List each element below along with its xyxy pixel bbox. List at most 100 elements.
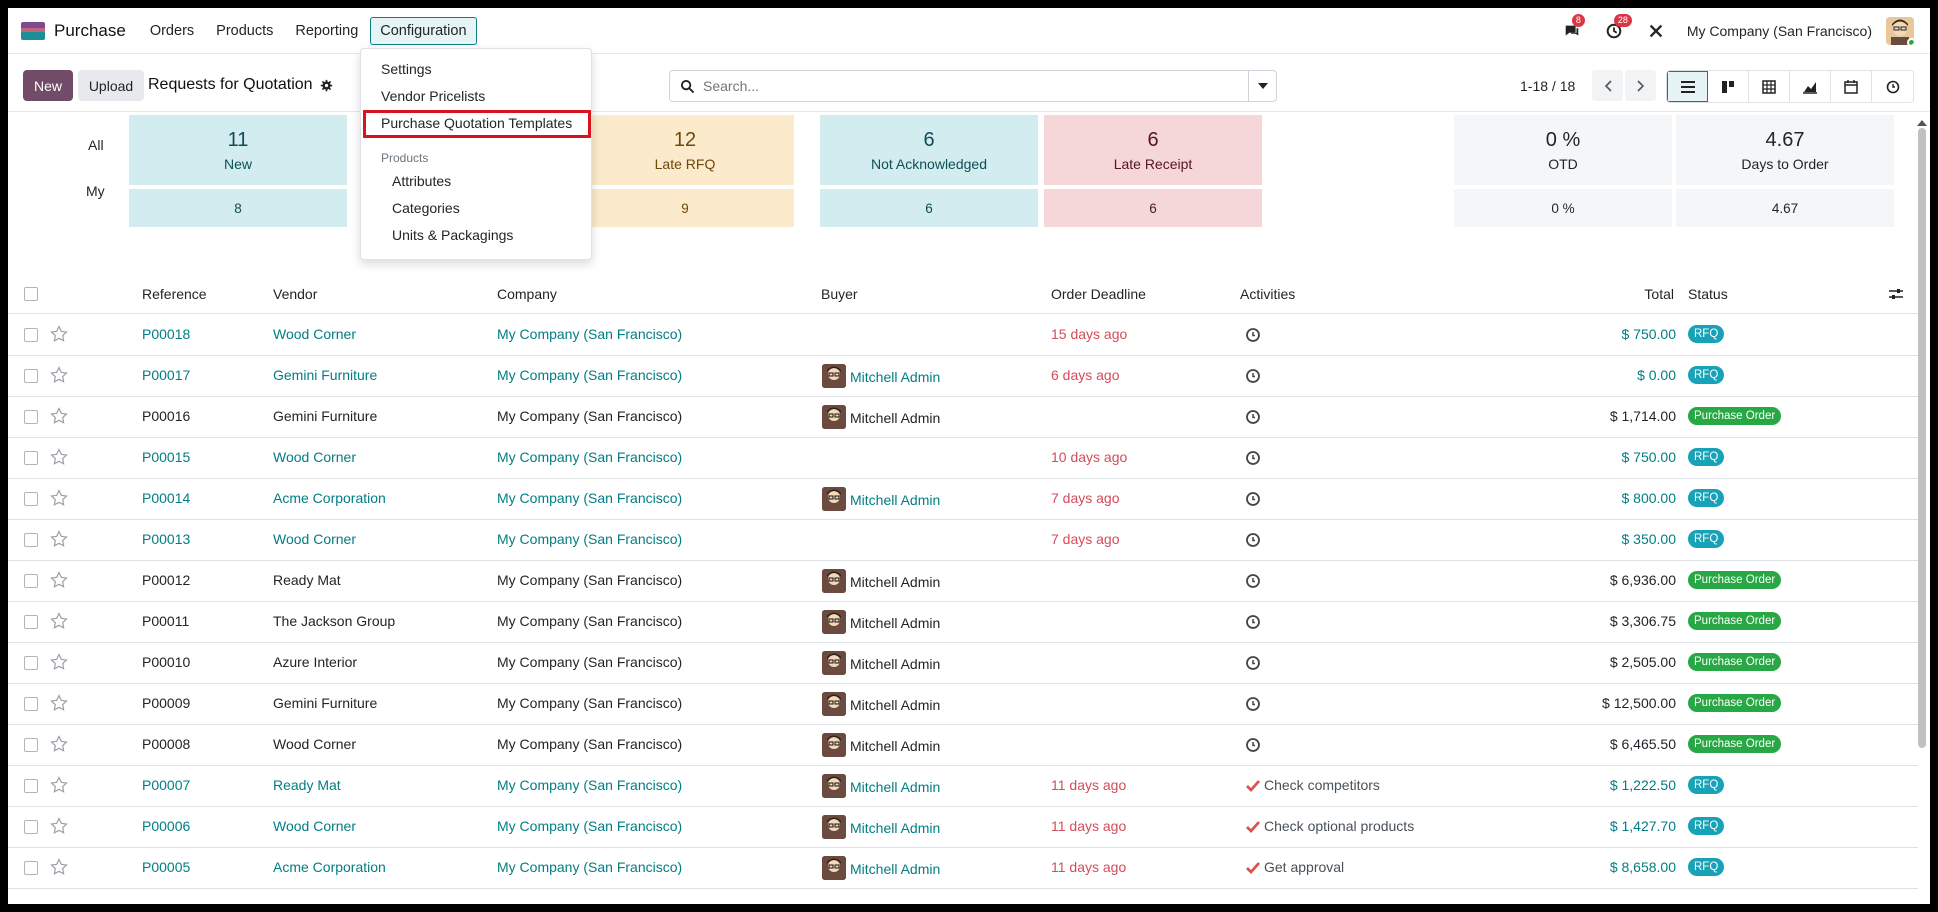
cell-company[interactable]: My Company (San Francisco) [497,859,682,875]
cell-reference[interactable]: P00005 [142,859,190,875]
row-checkbox[interactable] [24,779,38,793]
activities-icon[interactable]: 28 [1603,14,1632,42]
calendar-view-button[interactable] [1831,71,1872,102]
card-not-acknowledged[interactable]: 6 Not Acknowledged [820,115,1038,185]
star-icon[interactable] [50,448,68,466]
pager-value[interactable]: 1-18 / 18 [1520,78,1575,94]
upload-button[interactable]: Upload [78,70,144,101]
star-icon[interactable] [50,694,68,712]
card-my-late-rfq[interactable]: 9 [576,189,794,227]
clock-icon[interactable] [1245,737,1261,753]
star-icon[interactable] [50,653,68,671]
card-new[interactable]: 11 New [129,115,347,185]
table-row[interactable]: P00011 The Jackson Group My Company (San F… [8,602,1918,643]
cell-buyer[interactable]: Mitchell Admin [850,697,940,713]
cell-reference[interactable]: P00016 [142,408,190,424]
clock-icon[interactable] [1245,614,1261,630]
table-row[interactable]: P00015 Wood Corner My Company (San Francis… [8,438,1918,479]
table-row[interactable]: P00006 Wood Corner My Company (San Francis… [8,807,1918,848]
clock-icon[interactable] [1245,655,1261,671]
cell-company[interactable]: My Company (San Francisco) [497,367,682,383]
menu-item-units-packagings[interactable]: Units & Packagings [392,227,513,243]
menu-item-attributes[interactable]: Attributes [392,173,451,189]
pivot-view-button[interactable] [1749,71,1790,102]
clock-icon[interactable] [1245,450,1261,466]
cell-vendor[interactable]: Acme Corporation [273,490,386,506]
column-reference[interactable]: Reference [142,286,207,302]
cell-company[interactable]: My Company (San Francisco) [497,490,682,506]
pager-next-button[interactable] [1625,70,1656,101]
table-row[interactable]: P00016 Gemini Furniture My Company (San Fr… [8,397,1918,438]
cell-buyer[interactable]: Mitchell Admin [850,656,940,672]
cell-reference[interactable]: P00006 [142,818,190,834]
menu-item-vendor-pricelists[interactable]: Vendor Pricelists [381,88,485,104]
check-icon[interactable] [1245,819,1261,835]
cell-buyer[interactable]: Mitchell Admin [850,779,940,795]
card-my-not-acknowledged[interactable]: 6 [820,189,1038,227]
table-row[interactable]: P00009 Gemini Furniture My Company (San Fr… [8,684,1918,725]
menu-item-settings[interactable]: Settings [381,61,432,77]
user-avatar[interactable] [1886,17,1914,45]
clock-icon[interactable] [1245,696,1261,712]
cell-vendor[interactable]: Acme Corporation [273,859,386,875]
star-icon[interactable] [50,366,68,384]
row-checkbox[interactable] [24,328,38,342]
column-order-deadline[interactable]: Order Deadline [1051,286,1146,302]
cell-buyer[interactable]: Mitchell Admin [850,615,940,631]
messages-icon[interactable]: 8 [1561,14,1585,42]
clock-icon[interactable] [1245,327,1261,343]
clock-icon[interactable] [1245,409,1261,425]
search-options-toggle[interactable] [1248,71,1276,101]
cell-vendor[interactable]: Ready Mat [273,572,341,588]
row-checkbox[interactable] [24,656,38,670]
kanban-view-button[interactable] [1708,71,1749,102]
cell-company[interactable]: My Company (San Francisco) [497,736,682,752]
column-activities[interactable]: Activities [1240,286,1295,302]
cell-buyer[interactable]: Mitchell Admin [850,410,940,426]
cell-buyer[interactable]: Mitchell Admin [850,861,940,877]
cell-buyer[interactable]: Mitchell Admin [850,492,940,508]
cell-reference[interactable]: P00015 [142,449,190,465]
column-company[interactable]: Company [497,286,557,302]
cell-activity[interactable]: Check optional products [1264,818,1414,834]
cell-reference[interactable]: P00018 [142,326,190,342]
app-brand[interactable]: Purchase [21,21,126,41]
clock-icon[interactable] [1245,532,1261,548]
clock-icon[interactable] [1245,368,1261,384]
cell-reference[interactable]: P00017 [142,367,190,383]
gear-icon[interactable] [320,79,333,92]
menu-item-categories[interactable]: Categories [392,200,460,216]
row-checkbox[interactable] [24,738,38,752]
star-icon[interactable] [50,858,68,876]
cell-vendor[interactable]: Azure Interior [273,654,357,670]
cell-company[interactable]: My Company (San Francisco) [497,695,682,711]
cell-buyer[interactable]: Mitchell Admin [850,738,940,754]
star-icon[interactable] [50,817,68,835]
cell-company[interactable]: My Company (San Francisco) [497,818,682,834]
cell-company[interactable]: My Company (San Francisco) [497,572,682,588]
star-icon[interactable] [50,776,68,794]
row-checkbox[interactable] [24,492,38,506]
vertical-scrollbar[interactable] [1918,128,1926,748]
table-row[interactable]: P00012 Ready Mat My Company (San Francisco… [8,561,1918,602]
card-my-late-receipt[interactable]: 6 [1044,189,1262,227]
star-icon[interactable] [50,612,68,630]
row-checkbox[interactable] [24,410,38,424]
cell-activity[interactable]: Check competitors [1264,777,1380,793]
column-vendor[interactable]: Vendor [273,286,317,302]
cell-activity[interactable]: Get approval [1264,859,1344,875]
column-buyer[interactable]: Buyer [821,286,858,302]
cell-company[interactable]: My Company (San Francisco) [497,531,682,547]
star-icon[interactable] [50,571,68,589]
cell-vendor[interactable]: Wood Corner [273,818,356,834]
table-row[interactable]: P00018 Wood Corner My Company (San Francis… [8,315,1918,356]
cell-reference[interactable]: P00009 [142,695,190,711]
debug-tools-icon[interactable] [1645,20,1667,42]
company-switcher[interactable]: My Company (San Francisco) [1687,23,1872,39]
row-checkbox[interactable] [24,861,38,875]
cell-reference[interactable]: P00011 [142,613,189,629]
cell-buyer[interactable]: Mitchell Admin [850,820,940,836]
cell-company[interactable]: My Company (San Francisco) [497,449,682,465]
clock-icon[interactable] [1245,491,1261,507]
table-row[interactable]: P00013 Wood Corner My Company (San Francis… [8,520,1918,561]
